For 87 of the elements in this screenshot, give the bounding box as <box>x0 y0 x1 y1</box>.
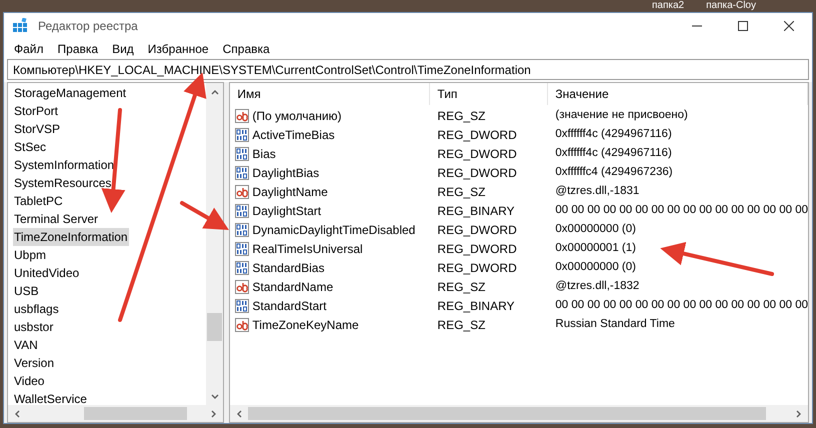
tree-item[interactable]: Terminal Server <box>13 210 100 228</box>
value-data: @tzres.dll,-1832 <box>554 278 640 294</box>
tree-item[interactable]: WalletService <box>13 390 88 405</box>
menu-item[interactable]: Правка <box>52 40 104 58</box>
value-name[interactable]: DaylightName <box>252 182 328 200</box>
binary-value-icon <box>235 242 250 256</box>
close-icon <box>784 21 794 31</box>
scrollbar-thumb[interactable] <box>207 313 222 341</box>
tree-item[interactable]: SystemInformation <box>13 156 116 174</box>
value-name[interactable]: DynamicDaylightTimeDisabled <box>252 220 416 238</box>
value-type: REG_SZ <box>436 108 486 124</box>
value-name[interactable]: DaylightBias <box>252 164 320 182</box>
binary-value-icon <box>235 298 250 312</box>
menu-item[interactable]: Файл <box>9 40 49 58</box>
vertical-scrollbar[interactable] <box>206 83 224 405</box>
horizontal-scrollbar[interactable] <box>230 405 808 422</box>
binary-value-icon <box>235 222 250 236</box>
horizontal-scrollbar[interactable] <box>8 405 224 422</box>
value-type: REG_DWORD <box>436 126 518 144</box>
window-title: Редактор реестра <box>38 18 138 35</box>
binary-value-icon <box>235 146 250 160</box>
tree-item[interactable]: USB <box>13 282 40 300</box>
tree-item[interactable]: VAN <box>13 336 39 354</box>
value-name[interactable]: (По умолчанию) <box>252 106 342 124</box>
value-data: 0xffffffc4 (4294967236) <box>554 164 673 180</box>
string-value-icon <box>235 280 250 294</box>
value-data: 0xffffff4c (4294967116) <box>554 146 672 161</box>
menu-item[interactable]: Избранное <box>142 40 214 58</box>
value-type: REG_BINARY <box>436 202 516 220</box>
binary-value-icon <box>235 260 250 274</box>
column-header[interactable]: Значение <box>548 83 808 105</box>
value-type: REG_BINARY <box>436 298 516 314</box>
value-name[interactable]: StandardStart <box>252 296 326 314</box>
menu-item[interactable]: Справка <box>218 40 275 58</box>
scrollbar-thumb[interactable] <box>248 407 766 420</box>
string-value-icon <box>235 108 250 122</box>
maximize-icon <box>738 21 748 31</box>
desktop-icon-label[interactable]: папка2 <box>652 0 684 12</box>
value-name[interactable]: ActiveTimeBias <box>252 126 335 144</box>
value-type: REG_DWORD <box>436 240 518 258</box>
tree-item[interactable]: UnitedVideo <box>13 264 80 282</box>
tree-item[interactable]: StorageManagement <box>13 84 128 102</box>
tree-item[interactable]: StorVSP <box>13 120 62 138</box>
value-name[interactable]: DaylightStart <box>252 202 322 220</box>
registry-app-icon <box>12 18 28 34</box>
value-data: @tzres.dll,-1831 <box>554 184 640 199</box>
value-type: REG_DWORD <box>436 260 518 276</box>
desktop-icon-label[interactable]: папка-Cloy <box>706 0 756 12</box>
binary-value-icon <box>235 128 250 142</box>
value-data: 0x00000000 (0) <box>554 222 636 237</box>
tree-item[interactable]: TabletPC <box>13 192 64 210</box>
tree-item[interactable]: TimeZoneInformation <box>13 228 129 246</box>
address-bar[interactable]: Компьютер\HKEY_LOCAL_MACHINE\SYSTEM\CurrentControlSet\Control\TimeZoneInformation <box>7 59 809 80</box>
column-header[interactable]: Тип <box>430 83 548 105</box>
value-name[interactable]: TimeZoneKeyName <box>252 316 359 334</box>
tree-item[interactable]: Ubpm <box>13 246 48 264</box>
binary-value-icon <box>235 166 250 180</box>
value-name[interactable]: Bias <box>252 144 276 162</box>
tree-item[interactable]: SystemResources <box>13 174 112 192</box>
value-name[interactable]: StandardBias <box>252 258 324 276</box>
binary-value-icon <box>235 204 250 218</box>
value-data: 0x00000000 (0) <box>554 260 636 275</box>
scrollbar-thumb[interactable] <box>84 407 188 420</box>
value-data: Russian Standard Time <box>554 316 675 332</box>
string-value-icon <box>235 184 250 198</box>
tree-item[interactable]: Version <box>13 354 56 372</box>
value-name[interactable]: RealTimeIsUniversal <box>252 240 363 258</box>
value-data: 00 00 00 00 00 00 00 00 00 00 00 00 00 00 00 00 <box>554 202 808 218</box>
value-data: 0xffffff4c (4294967116) <box>554 126 672 142</box>
column-header[interactable]: Имя <box>230 83 430 105</box>
tree-item[interactable]: StorPort <box>13 102 60 120</box>
tree-item[interactable]: StSec <box>13 138 48 156</box>
value-type: REG_SZ <box>436 184 486 200</box>
value-name[interactable]: StandardName <box>252 278 334 296</box>
value-type: REG_SZ <box>436 316 486 334</box>
value-type: REG_DWORD <box>436 164 518 182</box>
value-data: 0x00000001 (1) <box>554 240 636 256</box>
tree-item[interactable]: usbflags <box>13 300 60 318</box>
menu-item[interactable]: Вид <box>107 40 139 58</box>
tree-item[interactable]: Video <box>13 372 46 390</box>
value-type: REG_DWORD <box>436 222 518 238</box>
tree-item[interactable]: usbstor <box>13 318 54 336</box>
value-type: REG_SZ <box>436 278 486 296</box>
value-data: 00 00 00 00 00 00 00 00 00 00 00 00 00 00 00 00 <box>554 298 808 313</box>
value-data: (значение не присвоено) <box>554 108 688 123</box>
string-value-icon <box>235 318 250 332</box>
value-type: REG_DWORD <box>436 146 518 162</box>
